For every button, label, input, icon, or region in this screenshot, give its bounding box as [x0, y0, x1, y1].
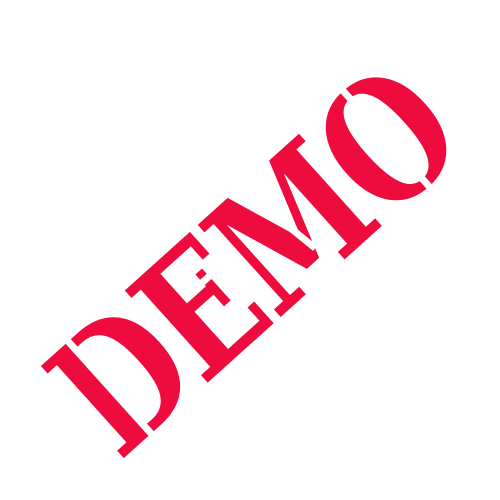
- demo-stamp-graphic: DEMO: [13, 30, 496, 493]
- demo-stamp-text: DEMO: [13, 30, 496, 493]
- stamp-canvas: DEMO: [0, 0, 500, 500]
